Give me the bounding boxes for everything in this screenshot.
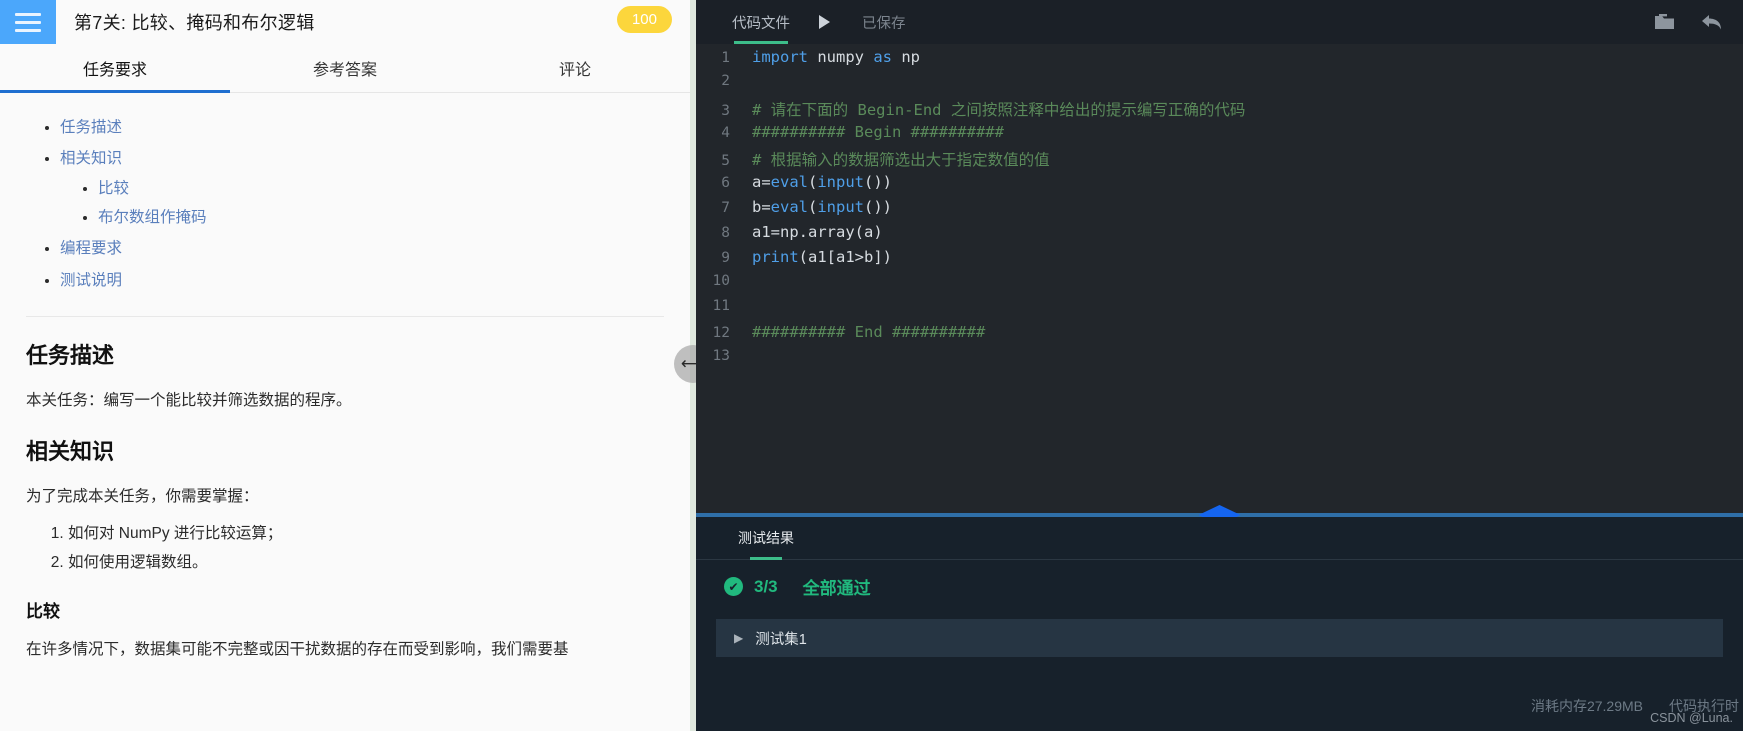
line-number: 8 — [721, 225, 730, 241]
play-icon[interactable] — [816, 14, 832, 30]
code-text[interactable]: a=eval(input()) — [752, 173, 892, 191]
list-item: 测试说明 — [60, 268, 664, 294]
folder-icon[interactable] — [1654, 13, 1675, 31]
score-badge[interactable]: 100 — [616, 6, 672, 33]
watermark: CSDN @Luna. — [1650, 711, 1733, 725]
code-text[interactable]: ########## End ########## — [752, 323, 985, 341]
tab-comments[interactable]: 评论 — [460, 44, 690, 92]
code-editor[interactable]: 1 import numpy as np 2 3 # 请在下面的 Begin-End 之… — [696, 44, 1743, 513]
undo-arrow-icon[interactable] — [1701, 13, 1723, 32]
code-line: 10 — [696, 273, 1743, 298]
line-number: 2 — [721, 73, 730, 89]
line-number: 7 — [721, 200, 730, 216]
hamburger-menu-icon[interactable] — [0, 0, 56, 44]
result-tabs: 测试结果 — [696, 517, 1743, 560]
list-item: 编程要求 — [60, 236, 664, 262]
line-number: 11 — [712, 298, 730, 314]
save-status-label: 已保存 — [862, 15, 906, 32]
paragraph-task-description: 本关任务：编写一个能比较并筛选数据的程序。 — [26, 392, 352, 410]
table-of-contents: 任务描述 相关知识 比较 布尔数组作掩码 编程要求 — [26, 115, 664, 294]
list-item: 任务描述 — [60, 115, 664, 141]
knowledge-list: 如何对 NumPy 进行比较运算； 如何使用逻辑数组。 — [26, 521, 664, 577]
code-line: 5 # 根据输入的数据筛选出大于指定数值的值 — [696, 148, 1743, 173]
code-lines: 1 import numpy as np 2 3 # 请在下面的 Begin-End 之… — [696, 48, 1743, 373]
toc-link-programming-requirements[interactable]: 编程要求 — [60, 240, 122, 257]
list-item: 如何对 NumPy 进行比较运算； — [68, 521, 664, 547]
line-number: 12 — [712, 325, 730, 341]
testset-row[interactable]: ▶ 测试集1 — [716, 619, 1723, 657]
paragraph-knowledge-intro: 为了完成本关任务，你需要掌握： — [26, 488, 259, 506]
editor-toolbar: 代码文件 已保存 — [696, 0, 1743, 44]
line-number: 3 — [721, 103, 730, 119]
lesson-content: 任务描述 相关知识 比较 布尔数组作掩码 编程要求 — [0, 93, 690, 731]
code-line: 1 import numpy as np — [696, 48, 1743, 73]
list-item: 相关知识 比较 布尔数组作掩码 — [60, 146, 664, 231]
lesson-tabs: 任务要求 参考答案 评论 — [0, 44, 690, 93]
toc-link-compare[interactable]: 比较 — [98, 180, 129, 197]
code-line: 3 # 请在下面的 Begin-End 之间按照注释中给出的提示编写正确的代码 — [696, 98, 1743, 123]
tab-test-result[interactable]: 测试结果 — [738, 517, 794, 560]
toc-link-boolean-mask[interactable]: 布尔数组作掩码 — [98, 209, 207, 226]
lesson-panel: 第7关: 比较、掩码和布尔逻辑 100 任务要求 参考答案 评论 任务描述 相关… — [0, 0, 690, 731]
code-text[interactable]: a1=np.array(a) — [752, 223, 883, 241]
list-item: 如何使用逻辑数组。 — [68, 550, 664, 576]
toc-link-task-description[interactable]: 任务描述 — [60, 119, 122, 136]
code-line: 4 ########## Begin ########## — [696, 123, 1743, 148]
line-number: 13 — [712, 348, 730, 364]
line-number: 4 — [721, 125, 730, 141]
code-line: 9 print(a1[a1>b]) — [696, 248, 1743, 273]
code-line: 2 — [696, 73, 1743, 98]
paragraph-compare: 在许多情况下，数据集可能不完整或因干扰数据的存在而受到影响，我们需要基 — [26, 641, 569, 659]
memory-usage-label: 消耗内存27.29MB — [1530, 697, 1643, 714]
code-text[interactable]: b=eval(input()) — [752, 198, 892, 216]
heading-compare: 比较 — [26, 602, 60, 622]
line-number: 9 — [721, 250, 730, 266]
list-item: 比较 — [98, 176, 664, 202]
code-line: 11 — [696, 298, 1743, 323]
code-line: 6 a=eval(input()) — [696, 173, 1743, 198]
code-line: 8 a1=np.array(a) — [696, 223, 1743, 248]
ide-app: 第7关: 比较、掩码和布尔逻辑 100 任务要求 参考答案 评论 任务描述 相关… — [0, 0, 1743, 731]
code-text[interactable]: print(a1[a1>b]) — [752, 248, 892, 266]
line-number: 10 — [712, 273, 730, 289]
status-bar: 消耗内存27.29MB 代码执行时 — [696, 680, 1743, 731]
code-text[interactable]: ########## Begin ########## — [752, 123, 1004, 141]
code-line: 7 b=eval(input()) — [696, 198, 1743, 223]
list-item: 布尔数组作掩码 — [98, 205, 664, 231]
code-text[interactable]: # 根据输入的数据筛选出大于指定数值的值 — [752, 148, 1050, 170]
lesson-header: 第7关: 比较、掩码和布尔逻辑 100 — [0, 0, 690, 44]
tab-task-requirements[interactable]: 任务要求 — [0, 44, 230, 93]
line-number: 1 — [721, 50, 730, 66]
editor-toolbar-icons — [1654, 0, 1723, 44]
testset-label: 测试集1 — [755, 631, 807, 648]
code-text[interactable]: import numpy as np — [752, 48, 920, 66]
code-line: 13 — [696, 348, 1743, 373]
toc-sublist: 比较 布尔数组作掩码 — [60, 176, 664, 232]
page-title: 第7关: 比较、掩码和布尔逻辑 — [74, 13, 315, 33]
check-circle-icon: ✔ — [724, 577, 743, 596]
line-number: 6 — [721, 175, 730, 191]
pass-status-label: 全部通过 — [802, 579, 871, 598]
toc-link-test-instructions[interactable]: 测试说明 — [60, 272, 122, 289]
code-text[interactable]: # 请在下面的 Begin-End 之间按照注释中给出的提示编写正确的代码 — [752, 98, 1245, 120]
tab-reference-answer[interactable]: 参考答案 — [230, 44, 460, 92]
test-result-panel: 测试结果 ✔ 3/3 全部通过 ▶ 测试集1 消耗内存27.29MB 代码执行时… — [696, 517, 1743, 731]
test-pass-summary: ✔ 3/3 全部通过 — [696, 560, 1743, 613]
code-line: 12 ########## End ########## — [696, 323, 1743, 348]
pass-count: 3/3 — [754, 576, 778, 596]
caret-right-icon[interactable]: ▶ — [734, 631, 743, 645]
toc-link-related-knowledge[interactable]: 相关知识 — [60, 150, 122, 167]
line-number: 5 — [721, 153, 730, 169]
content-divider — [26, 316, 664, 318]
editor-panel: 代码文件 已保存 1 import numpy as np 2 3 # 请在下面… — [696, 0, 1743, 731]
heading-task-description: 任务描述 — [26, 343, 115, 369]
heading-related-knowledge: 相关知识 — [26, 438, 115, 464]
tab-code-file[interactable]: 代码文件 — [732, 0, 790, 44]
